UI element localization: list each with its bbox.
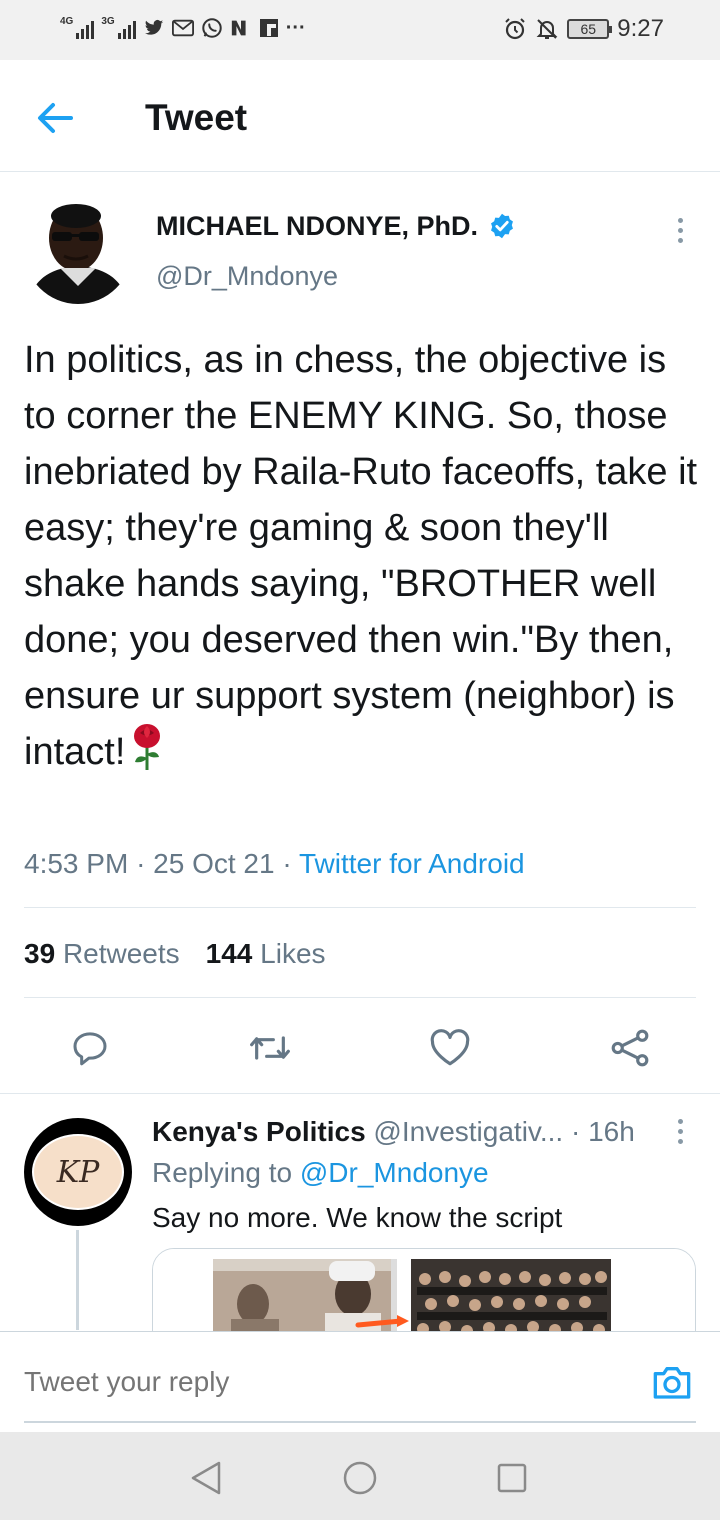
- whatsapp-icon: [201, 18, 222, 38]
- tweet-date: 25 Oct 21: [153, 848, 275, 879]
- reply-author-name[interactable]: Kenya's Politics: [152, 1116, 366, 1147]
- reply-text: Say no more. We know the script: [152, 1202, 563, 1233]
- verified-badge-icon: [491, 213, 513, 239]
- thread-line: [76, 1230, 79, 1330]
- retweets-stat[interactable]: 39 Retweets: [24, 934, 180, 974]
- reply-composer: [0, 1331, 720, 1431]
- battery-icon: 65: [567, 19, 613, 39]
- section-divider: [0, 1093, 720, 1094]
- status-time: 9:27: [617, 15, 664, 42]
- tweet-actions: [0, 1020, 720, 1072]
- reply-separator: ·: [570, 1116, 589, 1147]
- likes-label: Likes: [260, 938, 326, 969]
- back-button[interactable]: [30, 96, 80, 140]
- tweet-stats: 39 Retweets 144 Likes: [24, 934, 326, 974]
- tweet-text-container: In politics, as in chess, the objective …: [24, 332, 704, 780]
- more-notifications-icon: ···: [285, 17, 306, 39]
- alarm-icon: [505, 18, 525, 40]
- camera-icon: [653, 1367, 691, 1399]
- composer-underline: [24, 1421, 696, 1423]
- author-name-row: MICHAEL NDONYE, PhD.: [156, 208, 516, 244]
- reply-input[interactable]: [24, 1362, 624, 1402]
- reply-more-options-button[interactable]: [664, 1114, 696, 1148]
- like-button[interactable]: [426, 1024, 474, 1072]
- replying-to-label: Replying to: [152, 1157, 293, 1188]
- profile-photo: [24, 196, 132, 304]
- tweet-source-link[interactable]: Twitter for Android: [299, 848, 525, 879]
- divider: [24, 907, 696, 908]
- share-button[interactable]: [606, 1024, 654, 1072]
- nation-icon: [231, 20, 246, 36]
- heart-icon: [430, 1029, 470, 1066]
- author-avatar[interactable]: [24, 196, 132, 304]
- retweet-button[interactable]: [246, 1024, 294, 1072]
- reply-author-avatar[interactable]: KP: [24, 1118, 132, 1226]
- flipboard-icon: [259, 19, 278, 37]
- nav-back-button[interactable]: [184, 1456, 228, 1500]
- back-arrow-icon: [38, 103, 73, 133]
- page-title: Tweet: [145, 97, 248, 138]
- status-bar: 4G 3G ··· 65 9:27: [0, 0, 720, 60]
- camera-button[interactable]: [648, 1360, 696, 1404]
- status-left: 4G 3G ···: [60, 16, 306, 40]
- tweet-meta: 4:53 PM · 25 Oct 21 · Twitter for Androi…: [24, 846, 525, 882]
- twitter-icon: [144, 20, 163, 35]
- likes-count: 144: [205, 938, 253, 969]
- nav-recents-button[interactable]: [490, 1456, 534, 1500]
- tweet-text: In politics, as in chess, the objective …: [24, 339, 698, 773]
- reply-icon: [73, 1032, 107, 1066]
- divider-2: [24, 997, 696, 998]
- reply-button[interactable]: [66, 1024, 114, 1072]
- kp-logo: KP: [32, 1134, 124, 1210]
- tweet-time: 4:53 PM: [24, 848, 129, 879]
- share-icon: [611, 1029, 649, 1067]
- nav-recents-icon: [497, 1463, 527, 1493]
- network-type-label: 4G: [60, 16, 74, 27]
- nav-home-button[interactable]: [338, 1456, 382, 1500]
- tweet-more-options-button[interactable]: [664, 210, 696, 250]
- retweets-label: Retweets: [62, 938, 180, 969]
- reply-header: Kenya's Politics @Investigativ... · 16h: [152, 1112, 662, 1152]
- signal-strength-icon-2: 3G: [101, 16, 136, 39]
- nav-back-icon: [191, 1461, 221, 1495]
- retweets-count: 39: [24, 938, 56, 969]
- status-right: 65 9:27: [503, 17, 664, 41]
- reply-author-handle[interactable]: @Investigativ...: [373, 1116, 563, 1147]
- network-type-label-2: 3G: [101, 16, 115, 27]
- meta-separator: ·: [136, 848, 154, 879]
- app-header: Tweet: [0, 60, 720, 172]
- author-name[interactable]: MICHAEL NDONYE, PhD.: [156, 208, 478, 244]
- nav-home-icon: [343, 1461, 377, 1495]
- mute-icon: [536, 19, 558, 39]
- likes-stat[interactable]: 144 Likes: [206, 934, 326, 974]
- gmail-icon: [171, 19, 194, 37]
- retweet-icon: [250, 1036, 290, 1060]
- meta-separator-2: ·: [282, 848, 299, 879]
- replying-to: Replying to @Dr_Mndonye: [152, 1154, 489, 1192]
- replying-to-mention[interactable]: @Dr_Mndonye: [300, 1157, 489, 1188]
- rose-emoji-icon: [134, 724, 161, 770]
- signal-strength-icon: 4G: [60, 16, 95, 39]
- android-nav-bar: [0, 1432, 720, 1520]
- reply-time: 16h: [588, 1116, 635, 1147]
- author-handle[interactable]: @Dr_Mndonye: [156, 258, 338, 294]
